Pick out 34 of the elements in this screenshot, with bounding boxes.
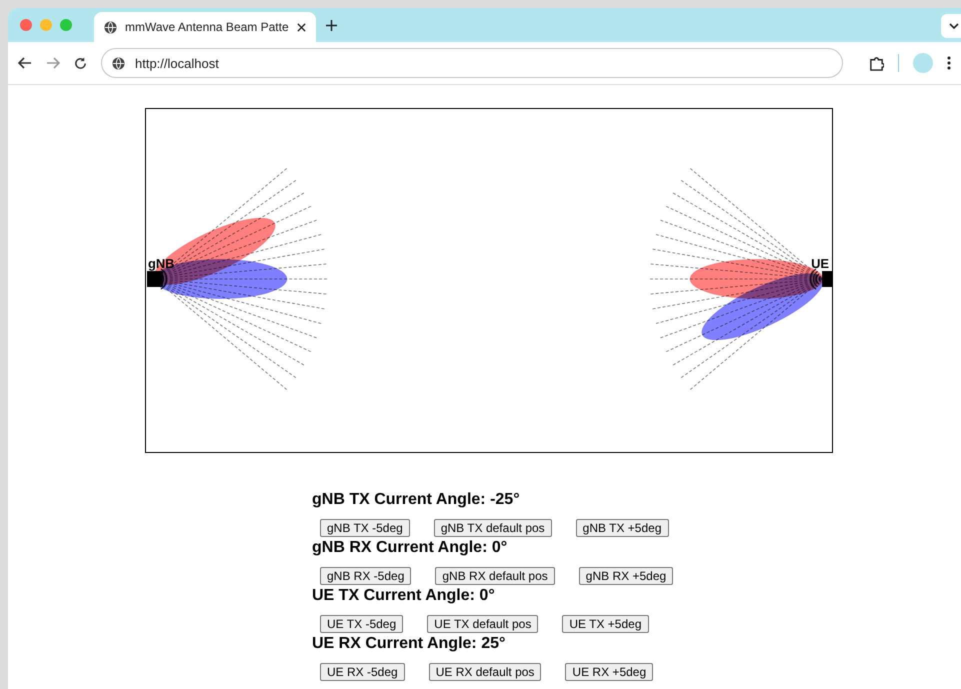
angle-button[interactable]: UE RX default pos [428, 663, 542, 681]
address-bar[interactable]: http://localhost [101, 48, 843, 78]
puzzle-piece-icon[interactable] [869, 56, 884, 70]
globe-icon [112, 56, 125, 70]
angle-button[interactable]: gNB TX -5deg [320, 519, 410, 537]
angle-button[interactable]: UE TX -5deg [320, 615, 404, 633]
tab-search-button[interactable] [941, 14, 961, 38]
angle-button[interactable]: gNB TX default pos [434, 519, 552, 537]
back-arrow-icon[interactable] [18, 57, 32, 69]
angle-button[interactable]: gNB RX -5deg [320, 567, 412, 585]
signal-waves-icon [810, 268, 822, 290]
globe-icon [104, 20, 117, 34]
angle-button[interactable]: gNB RX +5deg [578, 567, 674, 585]
browser-tab[interactable]: mmWave Antenna Beam Patte [94, 12, 316, 42]
angle-heading: UE TX Current Angle: 0° [312, 586, 496, 606]
reload-icon[interactable] [74, 56, 87, 70]
angle-heading: gNB RX Current Angle: 0° [312, 538, 508, 558]
angle-button[interactable]: UE TX +5deg [562, 615, 648, 633]
angle-button[interactable]: gNB RX default pos [435, 567, 555, 585]
angle-heading: gNB TX Current Angle: -25° [312, 490, 521, 510]
new-tab-plus-icon[interactable] [326, 20, 337, 30]
angle-button[interactable]: UE RX -5deg [320, 663, 405, 681]
tab-title: mmWave Antenna Beam Patte [125, 20, 289, 34]
angle-heading: UE RX Current Angle: 25° [312, 634, 506, 654]
angle-button[interactable]: gNB TX +5deg [576, 519, 669, 537]
close-icon[interactable] [296, 22, 306, 32]
angle-button[interactable]: UE RX +5deg [565, 663, 654, 681]
forward-arrow-icon[interactable] [46, 57, 60, 69]
node-label: UE [811, 256, 830, 272]
url-text: http://localhost [135, 56, 219, 70]
more-menu-icon[interactable] [947, 56, 951, 70]
node-label: gNB [148, 256, 175, 272]
angle-button[interactable]: UE TX default pos [427, 615, 538, 633]
chevron-down-icon [949, 23, 959, 29]
